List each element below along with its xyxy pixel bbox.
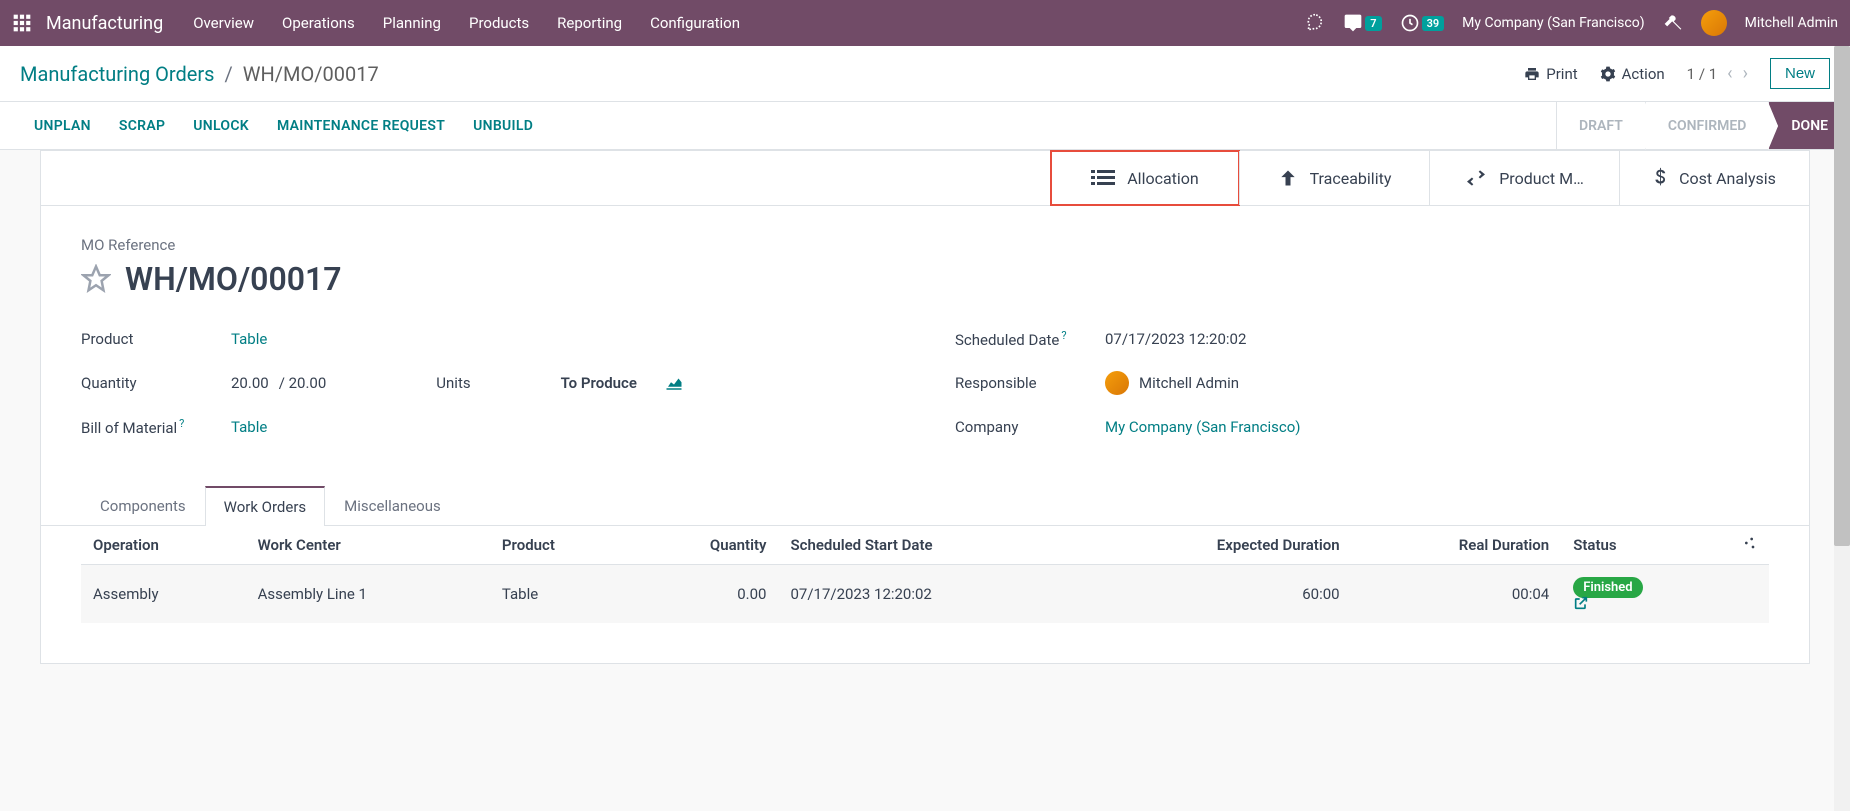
menu-planning[interactable]: Planning	[383, 14, 441, 32]
product-value[interactable]: Table	[231, 330, 267, 348]
pager-value[interactable]: 1 / 1	[1687, 65, 1718, 83]
unplan-button[interactable]: UNPLAN	[20, 118, 105, 134]
menu-products[interactable]: Products	[469, 14, 529, 32]
tab-miscellaneous[interactable]: Miscellaneous	[325, 486, 460, 525]
company-value[interactable]: My Company (San Francisco)	[1105, 418, 1300, 436]
cell-status: Finished	[1561, 565, 1769, 624]
print-button[interactable]: Print	[1524, 65, 1577, 83]
responsible-value[interactable]: Mitchell Admin	[1105, 371, 1239, 395]
col-status[interactable]: Status	[1561, 526, 1769, 565]
scheduled-date-label: Scheduled Date?	[955, 329, 1105, 349]
topbar-right: 7 39 My Company (San Francisco) Mitchell…	[1305, 10, 1838, 36]
mo-reference: WH/MO/00017	[125, 260, 342, 298]
messages-badge: 7	[1365, 16, 1381, 31]
tab-work-orders[interactable]: Work Orders	[205, 486, 326, 526]
new-button[interactable]: New	[1770, 58, 1830, 89]
quantity-label: Quantity	[81, 374, 231, 392]
avatar[interactable]	[1701, 10, 1727, 36]
status-bar: DRAFT CONFIRMED DONE	[1556, 102, 1850, 149]
col-work-center[interactable]: Work Center	[246, 526, 490, 565]
tab-components[interactable]: Components	[81, 486, 205, 525]
dollar-icon	[1653, 167, 1667, 189]
action-button[interactable]: Action	[1600, 65, 1665, 83]
to-produce-label: To Produce	[561, 374, 637, 392]
control-panel: Manufacturing Orders / WH/MO/00017 Print…	[0, 46, 1850, 102]
cell-real: 00:04	[1352, 565, 1562, 624]
status-confirmed[interactable]: CONFIRMED	[1645, 102, 1769, 149]
form-sheet: Allocation Traceability Product M… Cost …	[40, 150, 1810, 664]
phone-icon[interactable]	[1305, 13, 1325, 33]
smart-buttons: Allocation Traceability Product M… Cost …	[41, 151, 1809, 206]
messages-icon[interactable]: 7	[1343, 13, 1381, 33]
scheduled-date-value: 07/17/2023 12:20:02	[1105, 330, 1246, 348]
maintenance-request-button[interactable]: MAINTENANCE REQUEST	[263, 118, 459, 134]
list-icon	[1091, 168, 1115, 188]
cell-quantity: 0.00	[631, 565, 779, 624]
breadcrumb-current: WH/MO/00017	[243, 62, 379, 86]
help-icon[interactable]: ?	[1061, 329, 1066, 342]
bom-label: Bill of Material?	[81, 417, 231, 437]
pager: 1 / 1 ‹ ›	[1687, 63, 1748, 84]
col-scheduled-start[interactable]: Scheduled Start Date	[778, 526, 1082, 565]
tools-icon[interactable]	[1663, 13, 1683, 33]
cell-work-center: Assembly Line 1	[246, 565, 490, 624]
scrollbar[interactable]	[1834, 46, 1850, 811]
main-menu: Overview Operations Planning Products Re…	[193, 14, 1305, 32]
activities-badge: 39	[1422, 16, 1445, 31]
cell-scheduled: 07/17/2023 12:20:02	[778, 565, 1082, 624]
quantity-value: 20.00 / 20.00 Units To Produce	[231, 374, 683, 392]
cell-operation: Assembly	[81, 565, 246, 624]
breadcrumb: Manufacturing Orders / WH/MO/00017	[20, 62, 379, 86]
unbuild-button[interactable]: UNBUILD	[459, 118, 547, 134]
top-navbar: Manufacturing Overview Operations Planni…	[0, 0, 1850, 46]
help-icon[interactable]: ?	[179, 417, 184, 430]
menu-operations[interactable]: Operations	[282, 14, 355, 32]
star-icon[interactable]	[81, 264, 111, 294]
arrow-up-icon	[1278, 168, 1298, 188]
responsible-label: Responsible	[955, 374, 1105, 392]
unlock-button[interactable]: UNLOCK	[179, 118, 263, 134]
mo-reference-label: MO Reference	[81, 236, 1769, 254]
bom-value[interactable]: Table	[231, 418, 267, 436]
user-menu[interactable]: Mitchell Admin	[1745, 15, 1838, 31]
pager-next[interactable]: ›	[1743, 63, 1748, 84]
forecast-icon[interactable]	[665, 376, 683, 390]
product-label: Product	[81, 330, 231, 348]
menu-configuration[interactable]: Configuration	[650, 14, 740, 32]
table-row[interactable]: Assembly Assembly Line 1 Table 0.00 07/1…	[81, 565, 1769, 624]
apps-icon[interactable]	[12, 13, 32, 33]
col-quantity[interactable]: Quantity	[631, 526, 779, 565]
action-bar: UNPLAN SCRAP UNLOCK MAINTENANCE REQUEST …	[0, 102, 1850, 150]
cell-product: Table	[490, 565, 631, 624]
breadcrumb-parent[interactable]: Manufacturing Orders	[20, 62, 215, 86]
cost-analysis-button[interactable]: Cost Analysis	[1619, 151, 1809, 205]
pager-prev[interactable]: ‹	[1727, 63, 1732, 84]
columns-settings-icon[interactable]	[1741, 536, 1757, 550]
col-operation[interactable]: Operation	[81, 526, 246, 565]
avatar	[1105, 371, 1129, 395]
col-expected-duration[interactable]: Expected Duration	[1083, 526, 1352, 565]
work-orders-table: Operation Work Center Product Quantity S…	[81, 526, 1769, 623]
company-label: Company	[955, 418, 1105, 436]
status-draft[interactable]: DRAFT	[1556, 102, 1645, 149]
col-real-duration[interactable]: Real Duration	[1352, 526, 1562, 565]
company-selector[interactable]: My Company (San Francisco)	[1462, 15, 1644, 31]
scrap-button[interactable]: SCRAP	[105, 118, 179, 134]
swap-icon	[1465, 169, 1487, 187]
menu-overview[interactable]: Overview	[193, 14, 254, 32]
activities-icon[interactable]: 39	[1400, 13, 1445, 33]
app-name[interactable]: Manufacturing	[46, 13, 163, 34]
notebook-tabs: Components Work Orders Miscellaneous	[41, 486, 1809, 526]
allocation-button[interactable]: Allocation	[1050, 150, 1240, 206]
traceability-button[interactable]: Traceability	[1239, 151, 1429, 205]
col-product[interactable]: Product	[490, 526, 631, 565]
menu-reporting[interactable]: Reporting	[557, 14, 622, 32]
status-badge: Finished	[1573, 577, 1642, 598]
product-moves-button[interactable]: Product M…	[1429, 151, 1619, 205]
cell-expected: 60:00	[1083, 565, 1352, 624]
